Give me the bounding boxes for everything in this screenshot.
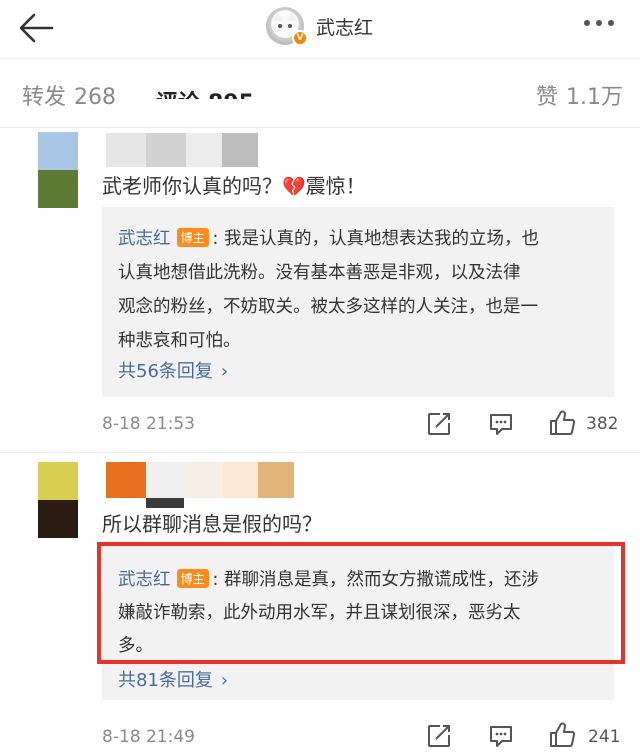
profile-name[interactable]: 武志红 [316,13,373,40]
chevron-right-icon: › [220,670,229,691]
comment-timestamp: 8-18 21:49 [102,727,195,747]
tab-comments-count: 895 [208,91,254,99]
verified-badge-icon: V [292,30,308,46]
reply-comment-icon[interactable] [487,722,515,754]
like-count: 382 [586,414,619,434]
tab-comments[interactable]: 评论 895 [156,85,254,99]
back-arrow-icon[interactable] [14,6,58,50]
comment-text: 武老师你认真的吗？💔震惊！ [102,170,366,199]
reply-box[interactable]: 武志红 博主: 我是认真的，认真地想表达我的立场，也 认真地想借此洗粉。没有基本善… [102,207,614,397]
reply-comment-icon[interactable] [487,410,515,442]
broken-heart-icon: 💔 [282,176,306,198]
like-count: 241 [588,727,621,747]
reply-line: 种悲哀和可怕。 [118,331,241,351]
reply-line: 武志红 博主: 我是认真的，认真地想表达我的立场，也 [118,225,539,250]
tab-reposts-label: 转发 [22,85,67,110]
blogger-badge: 博主 [176,228,209,247]
chevron-right-icon: › [220,361,229,382]
reply-line: 观念的粉丝，不妨取关。被太多这样的人关注，也是一 [118,297,538,317]
profile-header[interactable]: 武志红 [266,4,373,48]
reply-author[interactable]: 武志红 [118,229,171,249]
comment-text: 所以群聊消息是假的吗？ [102,512,322,536]
view-replies-link[interactable]: 共56条回复 › [118,357,228,383]
comment-text-main: 武老师你认真的吗？ [102,174,282,198]
tab-likes-count: 1.1万 [566,85,624,110]
more-options-icon[interactable] [584,20,614,26]
share-icon[interactable] [425,410,453,442]
like-thumb-icon[interactable] [548,409,576,441]
comment-text-suffix: 震惊！ [305,174,366,198]
reply-text: : 我是认真的，认真地想表达我的立场，也 [212,229,539,249]
top-bar: 武志红 V [0,0,640,58]
tab-likes[interactable]: 赞 1.1万 [536,79,623,111]
highlight-frame [97,542,625,664]
tab-bar: 转发 268 评论 895 赞 1.1万 [0,58,640,128]
like-thumb-icon[interactable] [548,721,576,753]
reply-line: 认真地想借此洗粉。没有基本善恶是非观，以及法律 [118,263,521,283]
comment-divider [0,452,640,453]
share-icon[interactable] [425,722,453,754]
tab-likes-label: 赞 [536,85,559,110]
tab-reposts[interactable]: 转发 268 [22,79,116,111]
comment-timestamp: 8-18 21:53 [102,414,195,434]
tab-comments-label: 评论 [156,91,200,99]
view-replies-label: 共56条回复 [118,361,213,382]
tab-reposts-count: 268 [74,85,117,110]
view-replies-link[interactable]: 共81条回复 › [118,666,228,692]
view-replies-label: 共81条回复 [118,670,213,691]
commenter-avatar[interactable] [38,132,78,208]
commenter-avatar[interactable] [38,462,78,538]
